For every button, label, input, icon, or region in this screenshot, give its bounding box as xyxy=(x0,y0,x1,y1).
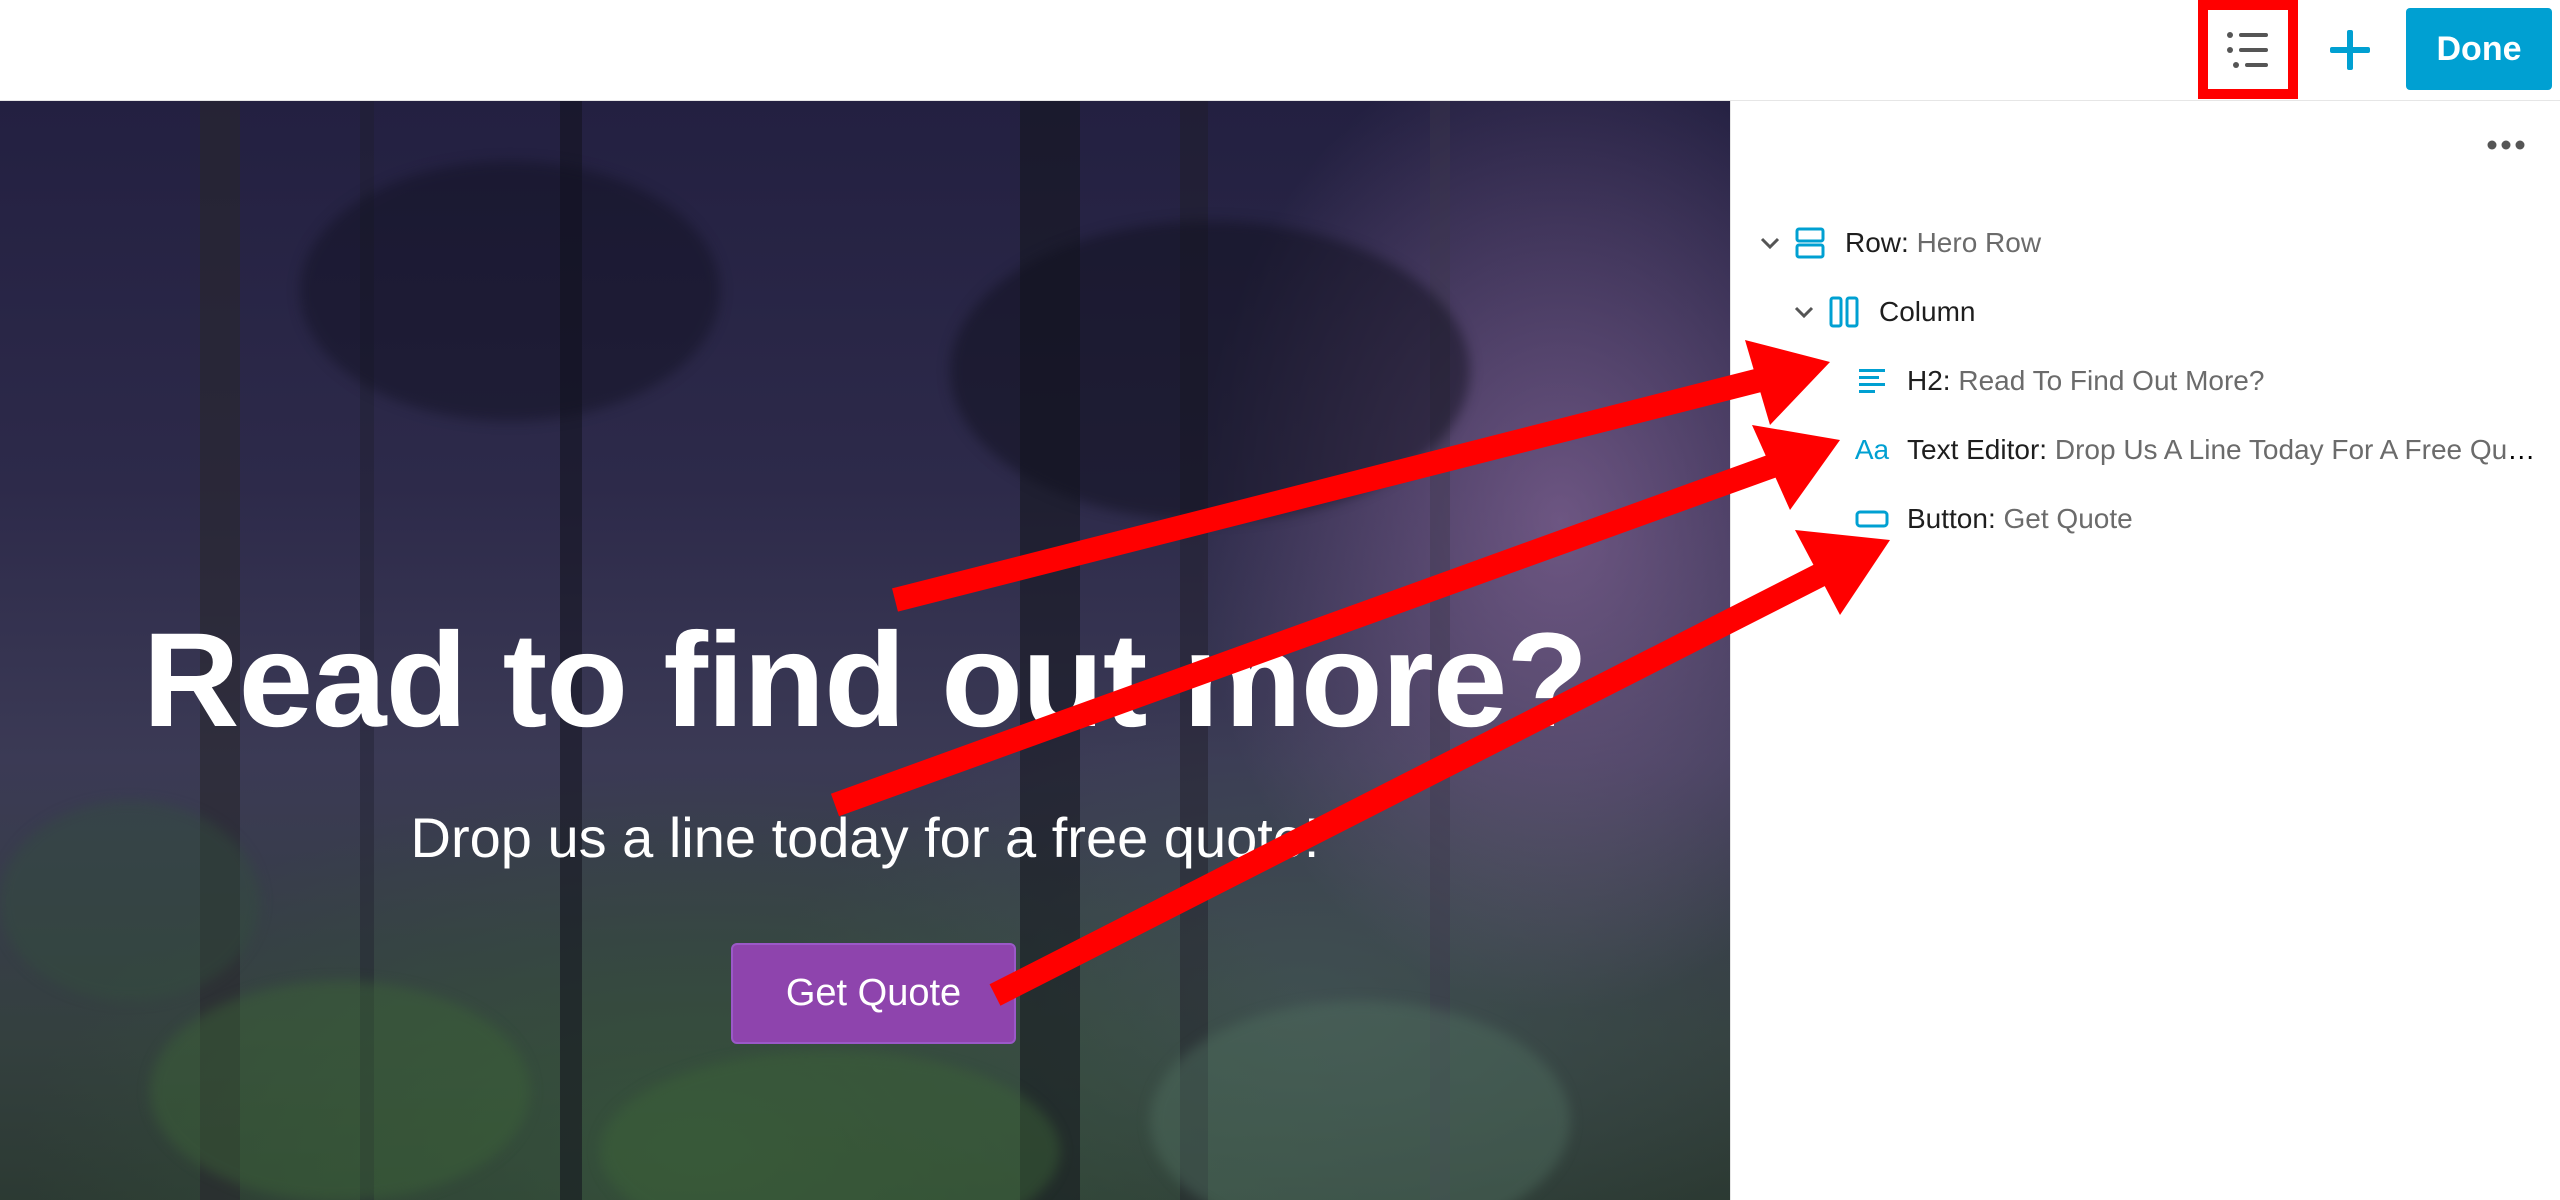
row-icon xyxy=(1791,224,1829,262)
outline-item-type: Text Editor xyxy=(1907,434,2040,465)
plus-icon xyxy=(2330,30,2370,70)
list-outline-icon xyxy=(2227,31,2268,68)
outline-item-row[interactable]: Row: Hero Row xyxy=(1755,215,2041,271)
outline-item-button[interactable]: Button: Get Quote xyxy=(1853,491,2133,547)
outline-item-type: H2 xyxy=(1907,365,1943,396)
outline-item-type: Button xyxy=(1907,503,1988,534)
done-button[interactable]: Done xyxy=(2406,8,2552,90)
outline-item-label: Hero Row xyxy=(1916,227,2042,258)
chevron-down-icon[interactable] xyxy=(1789,297,1819,327)
outline-item-column[interactable]: Column xyxy=(1789,284,1975,340)
get-quote-button[interactable]: Get Quote xyxy=(731,943,1016,1044)
hero-heading[interactable]: Read to find out more? xyxy=(0,606,1730,756)
outline-item-type: Column xyxy=(1879,296,1976,327)
heading-icon xyxy=(1853,362,1891,400)
add-block-button[interactable] xyxy=(2312,12,2388,88)
hero-row[interactable]: Read to find out more? Drop us a line to… xyxy=(0,101,1730,1200)
hero-text[interactable]: Drop us a line today for a free quote! xyxy=(0,801,1730,875)
more-options-button[interactable] xyxy=(2471,125,2541,165)
outline-item-label: Read To Find Out More? xyxy=(1958,365,2265,396)
more-horizontal-icon xyxy=(2487,140,2525,150)
outline-item-h2[interactable]: H2: Read To Find Out More? xyxy=(1853,353,2264,409)
column-icon xyxy=(1825,293,1863,331)
button-icon xyxy=(1853,500,1891,538)
outline-toggle-button[interactable] xyxy=(2198,0,2298,99)
outline-item-label: Drop Us A Line Today For A Free Quote! xyxy=(2054,434,2547,465)
outline-item-text-editor[interactable]: Aa Text Editor: Drop Us A Line Today For… xyxy=(1853,422,2547,478)
outline-item-label: Get Quote xyxy=(2003,503,2133,534)
outline-panel: Row: Hero Row Column H2: Read To Find Ou… xyxy=(1730,101,2560,1200)
outline-item-type: Row xyxy=(1845,227,1902,258)
chevron-down-icon[interactable] xyxy=(1755,228,1785,258)
top-toolbar: Done xyxy=(0,0,2560,101)
text-editor-icon: Aa xyxy=(1854,434,1890,465)
